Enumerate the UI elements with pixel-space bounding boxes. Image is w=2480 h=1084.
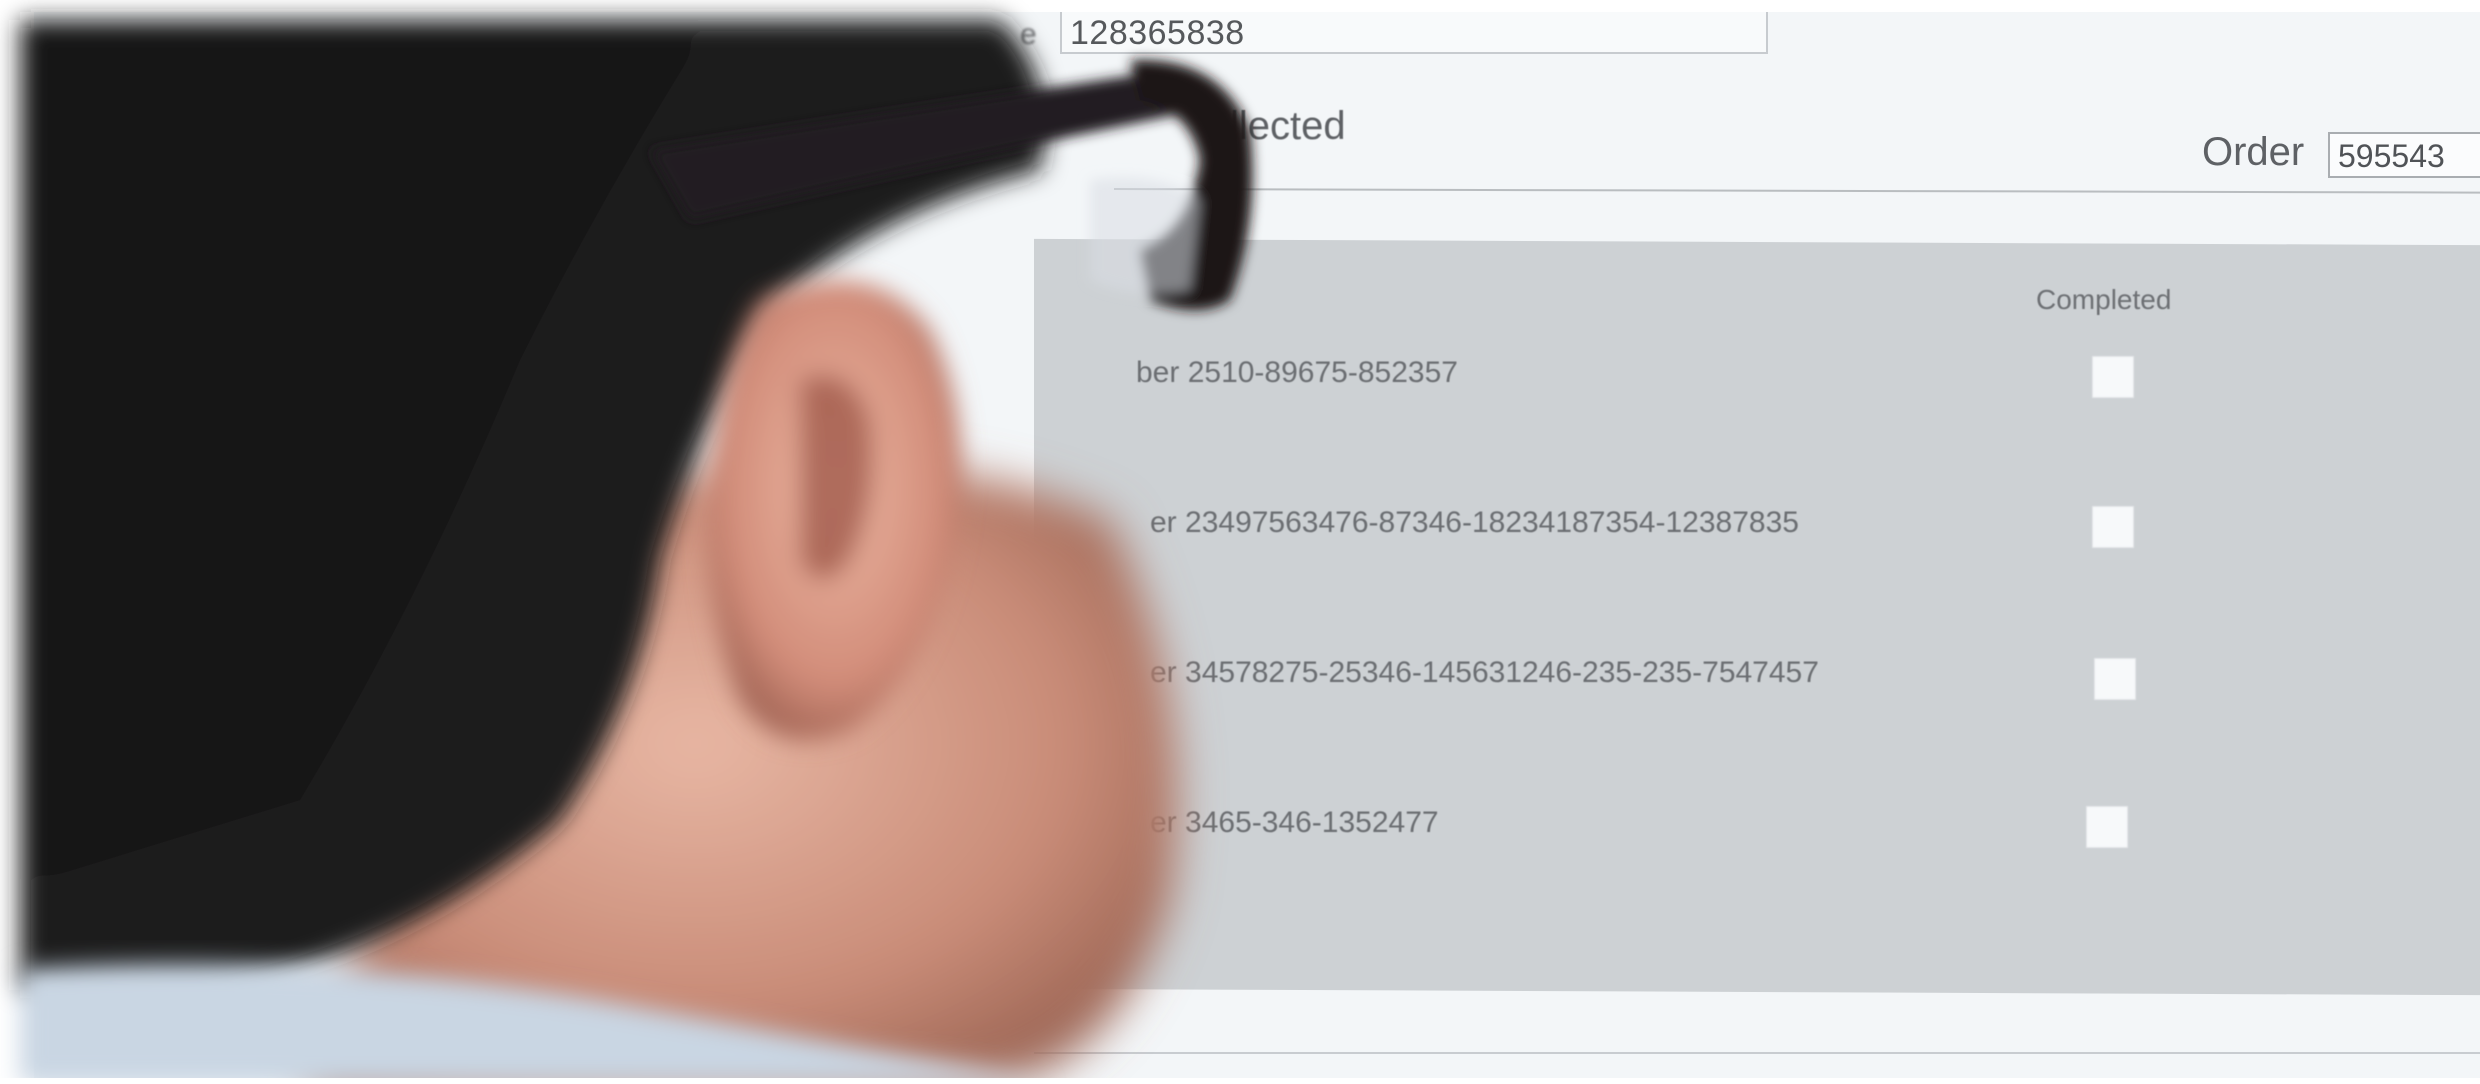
bottom-divider (1034, 1052, 2480, 1054)
row-3-completed-checkbox[interactable] (2094, 658, 2136, 700)
row-2-label: er 23497563476-87346-18234187354-1238783… (1150, 506, 1799, 539)
order-value: 595543 (2338, 138, 2445, 174)
top-field-value: 128365838 (1070, 14, 1245, 52)
photo-border-left (0, 0, 34, 1084)
row-4-label: er 3465-346-1352477 (1150, 806, 1439, 839)
items-panel (1034, 238, 2480, 996)
row-2-completed-checkbox[interactable] (2092, 506, 2134, 548)
completed-column-header: Completed (2036, 284, 2172, 315)
row-1-label: ber 2510-89675-852357 (1136, 356, 1458, 389)
photo-border-bottom (0, 1078, 2480, 1084)
top-field-label: e (1020, 18, 1037, 51)
section-title: llected (1230, 104, 1346, 148)
row-1-completed-checkbox[interactable] (2092, 356, 2134, 398)
order-label: Order (2202, 130, 2305, 174)
monitor-screen: e 128365838 llected Order 595543 Complet… (34, 12, 2480, 1078)
divider (1113, 188, 2480, 194)
row-3-label: er 34578275-25346-145631246-235-235-7547… (1150, 656, 1819, 689)
row-4-completed-checkbox[interactable] (2086, 806, 2128, 848)
